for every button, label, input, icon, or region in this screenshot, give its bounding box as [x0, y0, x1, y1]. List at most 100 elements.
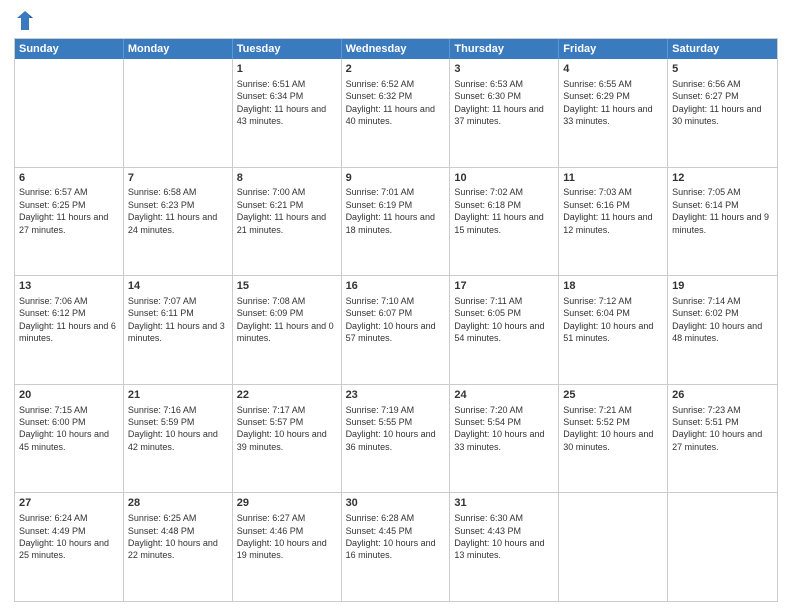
calendar-week-4: 20Sunrise: 7:15 AM Sunset: 6:00 PM Dayli…	[15, 384, 777, 493]
cal-cell-9: 9Sunrise: 7:01 AM Sunset: 6:19 PM Daylig…	[342, 168, 451, 276]
cal-cell-11: 11Sunrise: 7:03 AM Sunset: 6:16 PM Dayli…	[559, 168, 668, 276]
cell-info: Sunrise: 6:56 AM Sunset: 6:27 PM Dayligh…	[672, 78, 773, 128]
day-header-friday: Friday	[559, 39, 668, 59]
cal-cell-24: 24Sunrise: 7:20 AM Sunset: 5:54 PM Dayli…	[450, 385, 559, 493]
cell-info: Sunrise: 7:10 AM Sunset: 6:07 PM Dayligh…	[346, 295, 446, 345]
cell-day-number: 15	[237, 279, 337, 294]
cal-cell-14: 14Sunrise: 7:07 AM Sunset: 6:11 PM Dayli…	[124, 276, 233, 384]
cal-cell-25: 25Sunrise: 7:21 AM Sunset: 5:52 PM Dayli…	[559, 385, 668, 493]
cell-info: Sunrise: 7:03 AM Sunset: 6:16 PM Dayligh…	[563, 186, 663, 236]
cal-cell-5: 5Sunrise: 6:56 AM Sunset: 6:27 PM Daylig…	[668, 59, 777, 167]
cal-cell-31: 31Sunrise: 6:30 AM Sunset: 4:43 PM Dayli…	[450, 493, 559, 601]
cell-info: Sunrise: 7:16 AM Sunset: 5:59 PM Dayligh…	[128, 404, 228, 454]
cell-info: Sunrise: 6:55 AM Sunset: 6:29 PM Dayligh…	[563, 78, 663, 128]
cell-info: Sunrise: 7:06 AM Sunset: 6:12 PM Dayligh…	[19, 295, 119, 345]
cell-day-number: 25	[563, 388, 663, 403]
cell-day-number: 5	[672, 62, 773, 77]
cal-cell-3: 3Sunrise: 6:53 AM Sunset: 6:30 PM Daylig…	[450, 59, 559, 167]
cell-day-number: 9	[346, 171, 446, 186]
cal-cell-empty	[15, 59, 124, 167]
cell-info: Sunrise: 6:52 AM Sunset: 6:32 PM Dayligh…	[346, 78, 446, 128]
cell-day-number: 12	[672, 171, 773, 186]
calendar-body: 1Sunrise: 6:51 AM Sunset: 6:34 PM Daylig…	[15, 59, 777, 601]
cal-cell-27: 27Sunrise: 6:24 AM Sunset: 4:49 PM Dayli…	[15, 493, 124, 601]
logo	[14, 10, 34, 32]
cell-day-number: 6	[19, 171, 119, 186]
cell-info: Sunrise: 7:17 AM Sunset: 5:57 PM Dayligh…	[237, 404, 337, 454]
cal-cell-26: 26Sunrise: 7:23 AM Sunset: 5:51 PM Dayli…	[668, 385, 777, 493]
cal-cell-17: 17Sunrise: 7:11 AM Sunset: 6:05 PM Dayli…	[450, 276, 559, 384]
cal-cell-18: 18Sunrise: 7:12 AM Sunset: 6:04 PM Dayli…	[559, 276, 668, 384]
cell-day-number: 13	[19, 279, 119, 294]
cell-info: Sunrise: 6:57 AM Sunset: 6:25 PM Dayligh…	[19, 186, 119, 236]
cell-day-number: 17	[454, 279, 554, 294]
day-header-monday: Monday	[124, 39, 233, 59]
cell-day-number: 20	[19, 388, 119, 403]
cal-cell-28: 28Sunrise: 6:25 AM Sunset: 4:48 PM Dayli…	[124, 493, 233, 601]
cell-day-number: 16	[346, 279, 446, 294]
cell-info: Sunrise: 6:28 AM Sunset: 4:45 PM Dayligh…	[346, 512, 446, 562]
cell-day-number: 4	[563, 62, 663, 77]
cal-cell-16: 16Sunrise: 7:10 AM Sunset: 6:07 PM Dayli…	[342, 276, 451, 384]
cell-info: Sunrise: 6:51 AM Sunset: 6:34 PM Dayligh…	[237, 78, 337, 128]
cal-cell-12: 12Sunrise: 7:05 AM Sunset: 6:14 PM Dayli…	[668, 168, 777, 276]
cell-info: Sunrise: 7:02 AM Sunset: 6:18 PM Dayligh…	[454, 186, 554, 236]
cell-day-number: 29	[237, 496, 337, 511]
cell-day-number: 28	[128, 496, 228, 511]
cell-info: Sunrise: 7:05 AM Sunset: 6:14 PM Dayligh…	[672, 186, 773, 236]
cal-cell-empty	[668, 493, 777, 601]
cal-cell-21: 21Sunrise: 7:16 AM Sunset: 5:59 PM Dayli…	[124, 385, 233, 493]
cal-cell-empty	[559, 493, 668, 601]
cell-info: Sunrise: 6:27 AM Sunset: 4:46 PM Dayligh…	[237, 512, 337, 562]
cell-day-number: 24	[454, 388, 554, 403]
cal-cell-20: 20Sunrise: 7:15 AM Sunset: 6:00 PM Dayli…	[15, 385, 124, 493]
cell-day-number: 3	[454, 62, 554, 77]
cell-info: Sunrise: 7:14 AM Sunset: 6:02 PM Dayligh…	[672, 295, 773, 345]
cell-day-number: 1	[237, 62, 337, 77]
cell-day-number: 10	[454, 171, 554, 186]
cell-info: Sunrise: 6:25 AM Sunset: 4:48 PM Dayligh…	[128, 512, 228, 562]
cell-day-number: 31	[454, 496, 554, 511]
cal-cell-8: 8Sunrise: 7:00 AM Sunset: 6:21 PM Daylig…	[233, 168, 342, 276]
cell-day-number: 22	[237, 388, 337, 403]
cell-info: Sunrise: 7:08 AM Sunset: 6:09 PM Dayligh…	[237, 295, 337, 345]
cell-day-number: 2	[346, 62, 446, 77]
cal-cell-13: 13Sunrise: 7:06 AM Sunset: 6:12 PM Dayli…	[15, 276, 124, 384]
cell-info: Sunrise: 7:07 AM Sunset: 6:11 PM Dayligh…	[128, 295, 228, 345]
cell-day-number: 14	[128, 279, 228, 294]
day-header-wednesday: Wednesday	[342, 39, 451, 59]
header	[14, 10, 778, 32]
cell-info: Sunrise: 6:53 AM Sunset: 6:30 PM Dayligh…	[454, 78, 554, 128]
cal-cell-4: 4Sunrise: 6:55 AM Sunset: 6:29 PM Daylig…	[559, 59, 668, 167]
cal-cell-22: 22Sunrise: 7:17 AM Sunset: 5:57 PM Dayli…	[233, 385, 342, 493]
calendar: SundayMondayTuesdayWednesdayThursdayFrid…	[14, 38, 778, 602]
cell-info: Sunrise: 6:58 AM Sunset: 6:23 PM Dayligh…	[128, 186, 228, 236]
calendar-week-1: 1Sunrise: 6:51 AM Sunset: 6:34 PM Daylig…	[15, 59, 777, 167]
calendar-week-5: 27Sunrise: 6:24 AM Sunset: 4:49 PM Dayli…	[15, 492, 777, 601]
cal-cell-6: 6Sunrise: 6:57 AM Sunset: 6:25 PM Daylig…	[15, 168, 124, 276]
cell-day-number: 7	[128, 171, 228, 186]
logo-icon	[16, 10, 34, 32]
cal-cell-empty	[124, 59, 233, 167]
cell-day-number: 30	[346, 496, 446, 511]
cal-cell-10: 10Sunrise: 7:02 AM Sunset: 6:18 PM Dayli…	[450, 168, 559, 276]
cal-cell-2: 2Sunrise: 6:52 AM Sunset: 6:32 PM Daylig…	[342, 59, 451, 167]
cell-day-number: 26	[672, 388, 773, 403]
cell-day-number: 19	[672, 279, 773, 294]
cell-day-number: 8	[237, 171, 337, 186]
cal-cell-15: 15Sunrise: 7:08 AM Sunset: 6:09 PM Dayli…	[233, 276, 342, 384]
cell-info: Sunrise: 6:24 AM Sunset: 4:49 PM Dayligh…	[19, 512, 119, 562]
day-header-sunday: Sunday	[15, 39, 124, 59]
calendar-header-row: SundayMondayTuesdayWednesdayThursdayFrid…	[15, 39, 777, 59]
cell-info: Sunrise: 7:15 AM Sunset: 6:00 PM Dayligh…	[19, 404, 119, 454]
cell-day-number: 27	[19, 496, 119, 511]
cell-day-number: 21	[128, 388, 228, 403]
cal-cell-29: 29Sunrise: 6:27 AM Sunset: 4:46 PM Dayli…	[233, 493, 342, 601]
cell-info: Sunrise: 7:19 AM Sunset: 5:55 PM Dayligh…	[346, 404, 446, 454]
day-header-saturday: Saturday	[668, 39, 777, 59]
cell-info: Sunrise: 7:20 AM Sunset: 5:54 PM Dayligh…	[454, 404, 554, 454]
cal-cell-1: 1Sunrise: 6:51 AM Sunset: 6:34 PM Daylig…	[233, 59, 342, 167]
cell-info: Sunrise: 7:11 AM Sunset: 6:05 PM Dayligh…	[454, 295, 554, 345]
day-header-tuesday: Tuesday	[233, 39, 342, 59]
cell-day-number: 23	[346, 388, 446, 403]
